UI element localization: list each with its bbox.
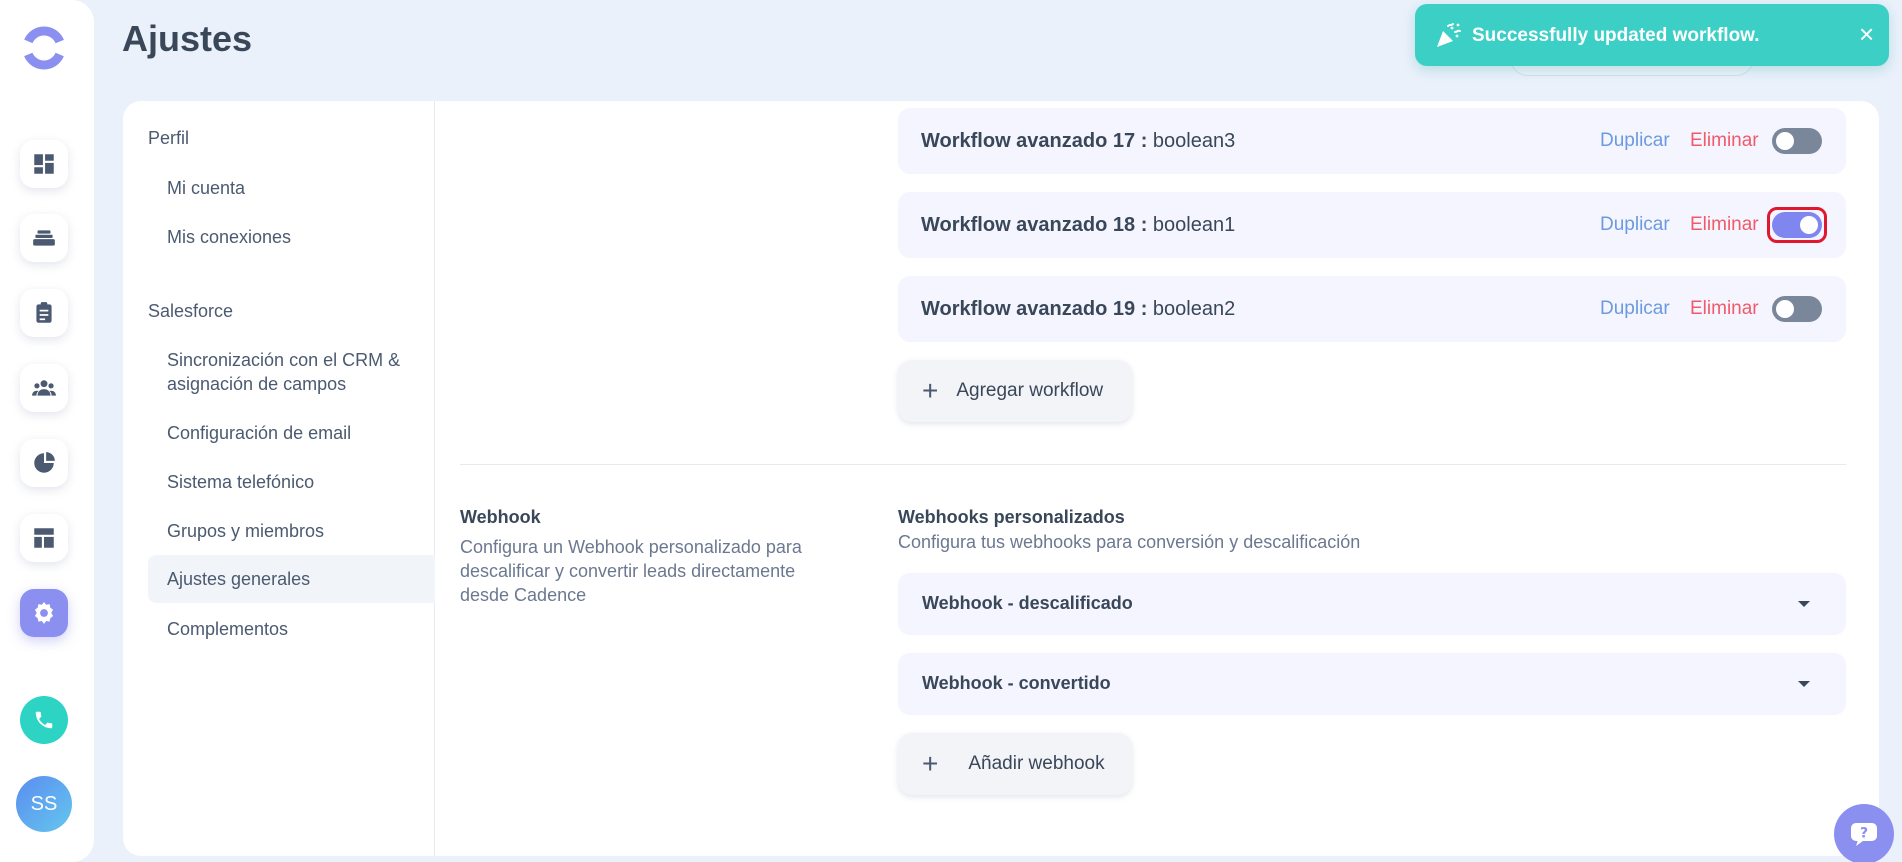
nav-item-general-settings[interactable]: Ajustes generales: [148, 555, 435, 603]
custom-webhooks-title: Webhooks personalizados: [898, 507, 1125, 527]
analytics-icon[interactable]: [20, 439, 68, 487]
avatar[interactable]: SS: [16, 776, 72, 832]
delete-button[interactable]: Eliminar: [1690, 214, 1759, 236]
dashboard-icon[interactable]: [20, 140, 68, 188]
question-icon: ?: [1851, 823, 1877, 846]
page-title: Ajustes: [122, 18, 253, 59]
avatar-initials: SS: [30, 792, 58, 815]
webhook-title: Webhook: [460, 507, 541, 527]
party-popper-icon: [1437, 23, 1461, 47]
workflow-toggle[interactable]: [1772, 296, 1822, 322]
nav-section-perfil: Perfil: [148, 128, 190, 148]
workflow-name: Workflow avanzado 17 :: [921, 130, 1148, 152]
svg-text:?: ?: [1860, 826, 1868, 842]
workflow-field: boolean2: [1152, 298, 1236, 320]
nav-section-salesforce: Salesforce: [148, 301, 234, 321]
nav-item-mi-cuenta[interactable]: Mi cuenta: [148, 176, 435, 200]
cadence-logo-icon[interactable]: [20, 24, 68, 72]
settings-subnav: Perfil Mi cuenta Mis conexiones Salesfor…: [123, 101, 435, 856]
workflow-name: Workflow avanzado 19 :: [921, 298, 1148, 320]
success-toast: Successfully updated workflow. ×: [1415, 4, 1889, 66]
toast-message: Successfully updated workflow.: [1472, 25, 1760, 46]
workflow-row: Workflow avanzado 17 : boolean3 Duplicar…: [898, 108, 1846, 174]
section-divider: [460, 464, 1846, 465]
phone-icon[interactable]: [20, 696, 68, 744]
plus-icon: +: [922, 748, 939, 779]
nav-item-mis-conexiones[interactable]: Mis conexiones: [148, 225, 435, 249]
tasks-icon[interactable]: [20, 289, 68, 337]
webhook-description: Configura un Webhook personalizado para …: [460, 537, 802, 605]
workflow-row: Workflow avanzado 19 : boolean2 Duplicar…: [898, 276, 1846, 342]
close-icon[interactable]: ×: [1859, 21, 1874, 47]
nav-item-general-settings-label: Ajustes generales: [167, 569, 311, 589]
cadences-icon[interactable]: [20, 214, 68, 262]
people-icon[interactable]: [20, 364, 68, 412]
webhook-dropdown-disqualified[interactable]: Webhook - descalificado: [898, 573, 1846, 635]
settings-card: Perfil Mi cuenta Mis conexiones Salesfor…: [123, 101, 1879, 856]
add-workflow-button[interactable]: + Agregar workflow: [898, 360, 1132, 422]
custom-webhooks-description: Configura tus webhooks para conversión y…: [898, 532, 1361, 552]
delete-button[interactable]: Eliminar: [1690, 130, 1759, 152]
workflow-toggle[interactable]: [1772, 212, 1822, 238]
duplicate-button[interactable]: Duplicar: [1600, 130, 1670, 152]
toggle-knob: [1800, 216, 1818, 234]
help-button[interactable]: ?: [1834, 804, 1894, 862]
templates-icon[interactable]: [20, 514, 68, 562]
nav-item-groups-members[interactable]: Grupos y miembros: [148, 519, 435, 543]
duplicate-button[interactable]: Duplicar: [1600, 214, 1670, 236]
chevron-down-icon: [1798, 681, 1810, 687]
settings-icon[interactable]: [20, 589, 68, 637]
webhook-dropdown-label: Webhook - descalificado: [922, 593, 1133, 613]
plus-icon: +: [922, 375, 939, 406]
left-rail: SS: [0, 0, 94, 862]
toggle-knob: [1776, 300, 1794, 318]
chevron-down-icon: [1798, 601, 1810, 607]
nav-item-addons[interactable]: Complementos: [148, 617, 435, 641]
workflow-toggle[interactable]: [1772, 128, 1822, 154]
nav-item-phone-system[interactable]: Sistema telefónico: [148, 470, 435, 494]
workflow-field: boolean1: [1152, 214, 1236, 236]
toggle-knob: [1776, 132, 1794, 150]
workflow-field: boolean3: [1152, 130, 1236, 152]
add-webhook-button[interactable]: + Añadir webhook: [898, 733, 1132, 795]
add-workflow-label: Agregar workflow: [956, 380, 1104, 401]
webhook-dropdown-converted[interactable]: Webhook - convertido: [898, 653, 1846, 715]
delete-button[interactable]: Eliminar: [1690, 298, 1759, 320]
webhook-dropdown-label: Webhook - convertido: [922, 673, 1111, 693]
workflow-name: Workflow avanzado 18 :: [921, 214, 1148, 236]
nav-item-email-config[interactable]: Configuración de email: [148, 421, 435, 445]
workflow-row: Workflow avanzado 18 : boolean1 Duplicar…: [898, 192, 1846, 258]
add-webhook-label: Añadir webhook: [968, 753, 1105, 774]
duplicate-button[interactable]: Duplicar: [1600, 298, 1670, 320]
nav-item-crm-sync[interactable]: Sincronización con el CRM & asignación d…: [148, 348, 418, 396]
